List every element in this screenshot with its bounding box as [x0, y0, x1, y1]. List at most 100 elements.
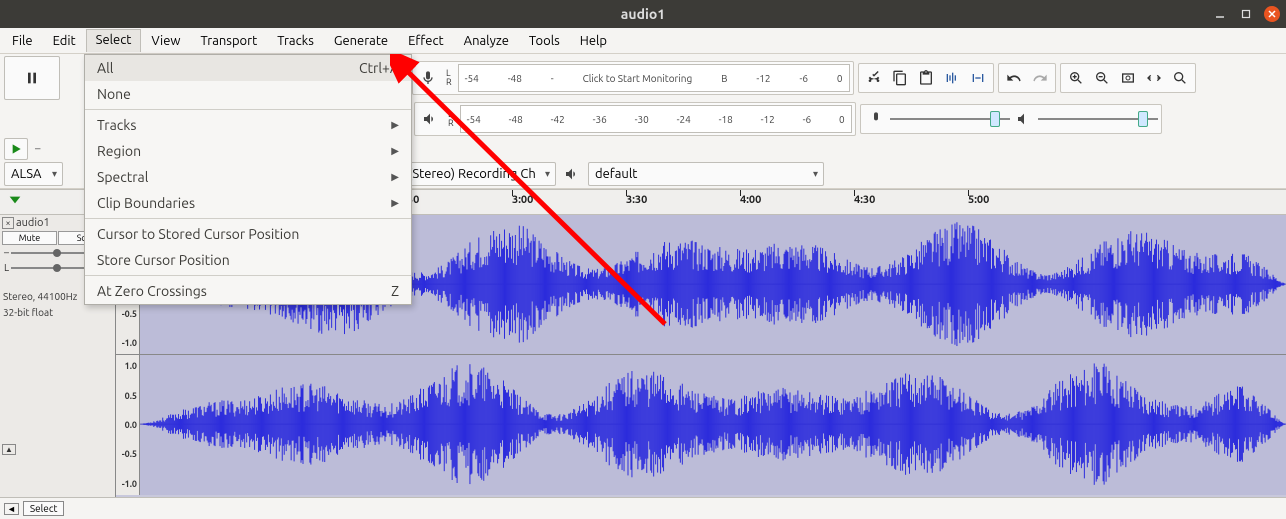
play-tick: -18: [719, 114, 733, 125]
menu-separator: [85, 275, 411, 276]
amplitude-scale: 1.0 0.5 0.0 -0.5 -1.0: [116, 355, 140, 495]
zoom-in-icon[interactable]: [1064, 66, 1088, 90]
zoom-out-icon[interactable]: [1090, 66, 1114, 90]
playback-device-select[interactable]: default: [588, 162, 824, 186]
menubar: File Edit Select View Transport Tracks G…: [0, 28, 1286, 54]
menu-select[interactable]: Select: [86, 29, 142, 52]
menu-item-tracks[interactable]: Tracks ▶: [85, 112, 411, 138]
submenu-arrow-icon: ▶: [391, 171, 399, 183]
menu-help[interactable]: Help: [570, 30, 617, 52]
menu-item-spectral[interactable]: Spectral ▶: [85, 164, 411, 190]
mic-icon[interactable]: [416, 66, 440, 90]
play-button[interactable]: [4, 138, 28, 160]
menu-item-cursor-stored[interactable]: Cursor to Stored Cursor Position: [85, 221, 411, 247]
recording-meter[interactable]: -54 -48 - Click to Start Monitoring B -1…: [458, 64, 850, 92]
menu-tracks[interactable]: Tracks: [267, 30, 324, 52]
pin-icon[interactable]: [6, 193, 24, 211]
select-menu-dropdown: All Ctrl+A None Tracks ▶ Region ▶ Spectr…: [84, 54, 412, 305]
speaker-device-icon: [560, 162, 584, 186]
menu-item-all[interactable]: All Ctrl+A: [85, 55, 411, 81]
recording-channels-select[interactable]: 2 (Stereo) Recording Cha: [391, 162, 556, 186]
menu-item-store-cursor[interactable]: Store Cursor Position: [85, 247, 411, 273]
track-format-line2: 32-bit float: [0, 305, 115, 321]
menu-item-none[interactable]: None: [85, 81, 411, 107]
track-close-icon[interactable]: ×: [2, 217, 14, 229]
meter-lr-label: LR: [446, 110, 456, 128]
edit-tools: [858, 63, 994, 93]
audio-host-select[interactable]: ALSA: [4, 162, 63, 186]
footer: ◄ Select: [0, 497, 1286, 519]
play-tick: -48: [509, 114, 523, 125]
playback-meter-box: LR -54 -48 -42 -36 -30 -24 -18 -12 -6 0: [414, 102, 856, 136]
playback-volume-slider[interactable]: [1038, 110, 1158, 128]
submenu-arrow-icon: ▶: [391, 197, 399, 209]
menu-tools[interactable]: Tools: [519, 30, 570, 52]
titlebar: audio1: [0, 0, 1286, 28]
rec-tick: B: [721, 73, 727, 84]
silence-icon[interactable]: [966, 66, 990, 90]
menu-analyze[interactable]: Analyze: [454, 30, 519, 52]
mic-slider-icon: [864, 107, 888, 131]
zoom-toggle-icon[interactable]: [1168, 66, 1192, 90]
ruler-tick: 5:00: [968, 194, 989, 206]
menu-item-region[interactable]: Region ▶: [85, 138, 411, 164]
recording-volume-slider[interactable]: [890, 110, 1010, 128]
cut-icon[interactable]: [862, 66, 886, 90]
maximize-button[interactable]: [1238, 6, 1254, 22]
menu-accel: Z: [391, 283, 399, 299]
fit-project-icon[interactable]: [1142, 66, 1166, 90]
track-collapse-icon[interactable]: ▲: [2, 444, 16, 455]
play-tick: -54: [467, 114, 481, 125]
menu-effect[interactable]: Effect: [398, 30, 454, 52]
rec-tick: 0: [837, 73, 843, 84]
menu-view[interactable]: View: [141, 30, 190, 52]
scroll-left-icon[interactable]: ◄: [4, 503, 19, 515]
undo-redo: [998, 63, 1056, 93]
mute-button[interactable]: Mute: [2, 231, 57, 245]
submenu-arrow-icon: ▶: [391, 145, 399, 157]
play-tick: -12: [761, 114, 775, 125]
rec-tick: -12: [756, 73, 770, 84]
rec-tick: -6: [799, 73, 808, 84]
ruler-tick: 4:30: [854, 194, 875, 206]
ruler-tick: 3:00: [512, 194, 533, 206]
play-tick: -6: [803, 114, 812, 125]
minimize-button[interactable]: [1212, 6, 1228, 22]
pause-button[interactable]: [4, 56, 60, 100]
menu-item-zero-crossings[interactable]: At Zero Crossings Z: [85, 278, 411, 304]
window-title: audio1: [621, 6, 665, 22]
rec-tick: Click to Start Monitoring: [583, 73, 693, 84]
play-tick: -36: [593, 114, 607, 125]
copy-icon[interactable]: [888, 66, 912, 90]
menu-generate[interactable]: Generate: [324, 30, 398, 52]
menu-separator: [85, 109, 411, 110]
speaker-icon[interactable]: [418, 107, 442, 131]
select-button[interactable]: Select: [23, 501, 64, 516]
play-tick: -24: [677, 114, 691, 125]
menu-accel: Ctrl+A: [359, 60, 399, 76]
speaker-slider-icon: [1012, 107, 1036, 131]
menu-item-clip-boundaries[interactable]: Clip Boundaries ▶: [85, 190, 411, 216]
playback-meter[interactable]: -54 -48 -42 -36 -30 -24 -18 -12 -6 0: [460, 105, 852, 133]
menu-file[interactable]: File: [2, 30, 43, 52]
meter-lr-label: LR: [444, 69, 454, 87]
rec-tick: -48: [508, 73, 522, 84]
paste-icon[interactable]: [914, 66, 938, 90]
ruler-tick: 3:30: [626, 194, 647, 206]
zoom-tools: [1060, 63, 1196, 93]
undo-icon[interactable]: [1002, 66, 1026, 90]
play-tick: 0: [839, 114, 845, 125]
menu-edit[interactable]: Edit: [43, 30, 86, 52]
recording-meter-box: LR -54 -48 - Click to Start Monitoring B…: [412, 61, 854, 95]
waveform-channel-right[interactable]: 1.0 0.5 0.0 -0.5 -1.0: [116, 355, 1286, 495]
ruler-tick: 4:00: [740, 194, 761, 206]
mixer: [860, 104, 1162, 134]
waveform-svg: [140, 355, 1286, 493]
play-tick: -30: [635, 114, 649, 125]
close-button[interactable]: [1264, 6, 1280, 22]
trim-icon[interactable]: [940, 66, 964, 90]
submenu-arrow-icon: ▶: [391, 119, 399, 131]
menu-transport[interactable]: Transport: [191, 30, 268, 52]
fit-selection-icon[interactable]: [1116, 66, 1140, 90]
redo-icon[interactable]: [1028, 66, 1052, 90]
